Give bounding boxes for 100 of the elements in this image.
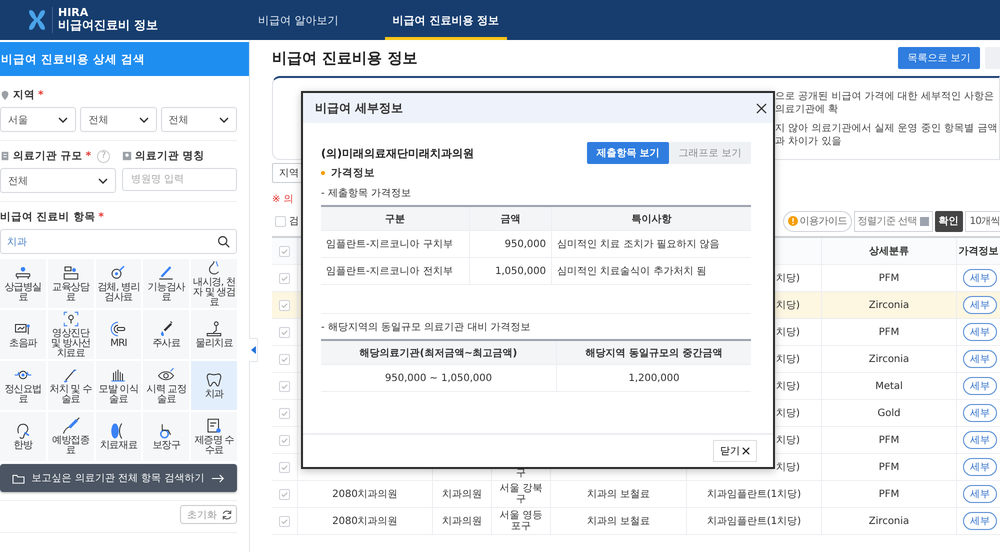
category-tile[interactable]: MRI <box>96 310 142 359</box>
category-tile[interactable]: 초음파 <box>0 310 46 359</box>
checkbox[interactable] <box>279 354 290 364</box>
checkbox[interactable] <box>279 272 290 284</box>
checkbox[interactable] <box>279 246 290 256</box>
category-tile[interactable]: 시력 교정술료 <box>143 361 190 410</box>
table-cell: 치당) <box>776 408 800 418</box>
checkbox[interactable] <box>279 488 290 500</box>
refresh-icon <box>221 508 233 520</box>
table-caption: - 해당지역의 동일규모 의료기관 대비 가격정보 <box>321 321 531 334</box>
field-label: 지역 <box>13 88 35 102</box>
column-header: 금액 <box>500 212 520 226</box>
category-label: 기능검사료 <box>146 282 186 304</box>
detail-button[interactable]: 세부 <box>963 350 997 368</box>
table-cell-text: 임플란트-지르코니아 구치부 <box>326 238 453 251</box>
detail-button[interactable]: 세부 <box>963 458 997 476</box>
close-icon <box>742 447 750 455</box>
person-icon <box>205 320 224 338</box>
checkbox[interactable] <box>279 300 290 310</box>
view-tab[interactable]: 제출항목 보기 <box>587 142 669 164</box>
detail-button[interactable]: 세부 <box>963 377 997 395</box>
detail-button[interactable]: 세부 <box>963 512 997 530</box>
table-cell: 치당) <box>776 300 800 310</box>
table-cell: Gold <box>878 408 900 418</box>
check-icon <box>280 516 289 526</box>
close-icon[interactable] <box>756 102 767 114</box>
category-tile[interactable]: 예방접종료 <box>48 412 94 461</box>
field-label: 의료기관 명칭 <box>135 149 205 163</box>
document-icon <box>205 416 224 435</box>
category-tile[interactable]: 내시경, 천자 및 생검료 <box>191 259 237 308</box>
category-tile[interactable]: 한방 <box>0 412 46 461</box>
check-icon <box>280 462 289 472</box>
page-title: 비급여 진료비용 정보 <box>272 48 418 68</box>
detail-button[interactable]: 세부 <box>963 323 997 341</box>
detail-button[interactable]: 세부 <box>963 431 997 449</box>
checkbox[interactable] <box>279 380 290 392</box>
logo-subtitle: 비급여진료비 정보 <box>58 19 158 33</box>
table-row[interactable]: 2080치과의원 치과의원 서울 영등포구 치과의 보철료 치과임플란트(1치당) Zirconia 세부 <box>272 508 1000 535</box>
bullet-icon <box>321 171 325 175</box>
detail-button[interactable]: 세부 <box>963 269 997 287</box>
search-icon <box>217 235 230 248</box>
size-select[interactable]: 전체 <box>0 168 116 193</box>
collapse-button[interactable] <box>249 338 258 362</box>
category-tile[interactable]: 제증명 수수료 <box>191 412 237 461</box>
close-button[interactable]: 닫기 <box>713 440 757 462</box>
category-tile[interactable]: 교육상담료 <box>48 259 94 308</box>
nav-tab[interactable]: 비급여 진료비용 정보 <box>384 3 508 40</box>
table-row[interactable]: 2080치과의원 치과의원 서울 강북구 치과의 보철료 치과임플란트(1치당) PFM 세부 <box>272 481 1000 508</box>
region-select[interactable]: 전체 <box>80 107 157 132</box>
item-search-field[interactable]: 치과 <box>0 229 237 254</box>
injection-icon <box>62 416 80 435</box>
confirm-button[interactable]: 확인 <box>934 210 963 232</box>
region-select[interactable]: 전체 <box>160 107 237 132</box>
category-label: 제증명 수수료 <box>193 436 235 456</box>
table-cell: 치당) <box>776 272 800 284</box>
category-label: 시력 교정술료 <box>145 384 188 406</box>
field-label: 의료기관 규모 <box>13 149 83 163</box>
logo-icon <box>28 7 46 33</box>
scan-frame-icon <box>62 310 80 328</box>
nav-tab[interactable]: 비급여 알아보기 <box>250 3 346 40</box>
detail-button[interactable]: 세부 <box>963 296 997 314</box>
detail-button[interactable]: 세부 <box>963 485 997 503</box>
checkbox[interactable] <box>279 516 290 526</box>
page-size-select[interactable]: 10개씩 <box>964 210 1000 232</box>
category-tile[interactable]: 물리치료 <box>191 310 237 359</box>
chevron-icon <box>58 116 68 122</box>
logo-title: HIRA <box>58 7 90 20</box>
category-tile[interactable]: 영상진단 및 방사선치료료 <box>48 310 94 359</box>
detail-button[interactable]: 세부 <box>963 404 997 422</box>
category-label: 내시경, 천자 및 생검료 <box>192 278 236 308</box>
category-tile[interactable]: 처치 및 수술료 <box>48 361 94 410</box>
sort-select[interactable]: 정렬기준 선택 <box>854 210 933 232</box>
checkbox[interactable] <box>279 434 290 446</box>
category-tile[interactable]: 상급병실료 <box>0 259 46 308</box>
category-tile[interactable]: 주사료 <box>143 310 190 359</box>
category-tile[interactable]: 기능검사료 <box>143 259 190 308</box>
category-tile[interactable]: 치과 <box>191 361 237 410</box>
category-tile[interactable]: 보장구 <box>143 412 190 461</box>
category-tile[interactable]: 모발 이식술료 <box>96 361 142 410</box>
notice-text: 지 않아 의료기관에서 실제 운영 중인 항목별 금액과 차이가 있을 <box>775 122 998 148</box>
category-tile[interactable]: 검체, 병리 검사료 <box>96 259 142 308</box>
table-cell: Zirconia <box>868 516 910 526</box>
checkbox[interactable] <box>275 216 286 226</box>
checkbox[interactable] <box>279 326 290 338</box>
table-cell-text: 심미적인 치료술식이 추가처치 됨 <box>557 265 707 278</box>
checkbox[interactable] <box>279 462 290 472</box>
category-tile[interactable]: 치료재료 <box>96 412 142 461</box>
category-label: 상급병실료 <box>3 282 42 304</box>
checkbox[interactable] <box>279 408 290 418</box>
region-select[interactable]: 서울 <box>0 107 76 132</box>
hospital-name-field[interactable]: 병원명 입력 <box>122 168 237 191</box>
table-cell: 치과의 보철료 <box>586 488 650 500</box>
category-tile[interactable]: 정신요법료 <box>0 361 46 410</box>
table-cell: 치과의 보철료 <box>586 516 650 526</box>
search-all-button[interactable]: 보고싶은 의료기관 전체 항목 검색하기 <box>0 464 237 492</box>
ring-icon <box>109 320 128 338</box>
table-caption: - 제출항목 가격정보 <box>321 187 411 200</box>
pin-icon <box>0 90 10 100</box>
list-view-button[interactable]: 목록으로 보기 <box>898 47 980 69</box>
guide-button[interactable]: 이용가이드 <box>782 210 852 232</box>
